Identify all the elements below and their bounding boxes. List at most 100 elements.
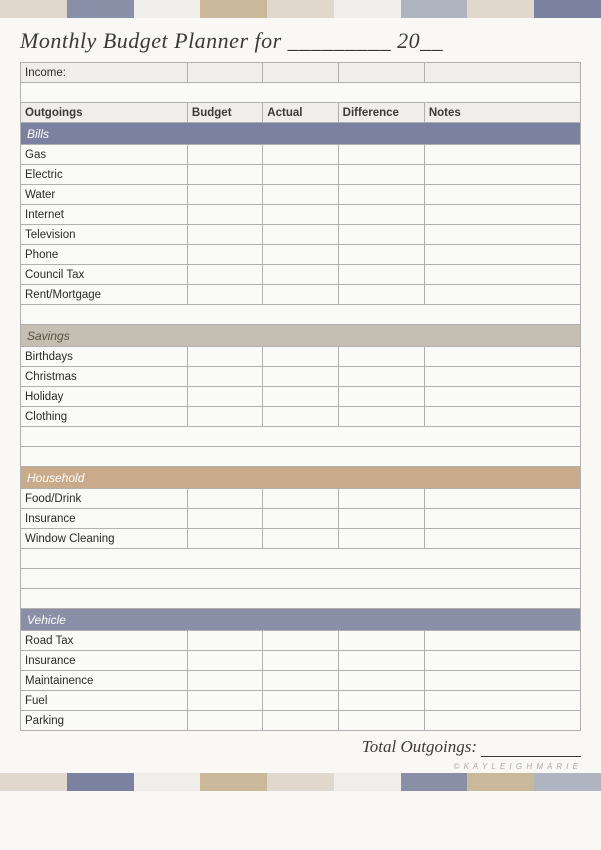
bot-bar-seg-6 [334,773,401,791]
row-television: Television [21,225,581,245]
income-row: Income: [21,63,581,83]
bar-seg-5 [267,0,334,18]
copyright: © K A Y L E I G H M A R I E [0,761,601,773]
savings-spacer-2 [21,447,581,467]
total-label: Total Outgoings: [362,737,477,756]
gas-actual[interactable] [263,145,338,165]
row-internet: Internet [21,205,581,225]
vehicle-label: Vehicle [21,609,581,631]
row-phone: Phone [21,245,581,265]
window-label: Window Cleaning [21,529,188,549]
header-difference: Difference [338,103,424,123]
bar-seg-2 [67,0,134,18]
row-rent: Rent/Mortgage [21,285,581,305]
row-electric: Electric [21,165,581,185]
internet-label: Internet [21,205,188,225]
household-label: Household [21,467,581,489]
bar-seg-8 [467,0,534,18]
fuel-label: Fuel [21,691,188,711]
header-outgoings: Outgoings [21,103,188,123]
section-household-header: Household [21,467,581,489]
hh-spacer-2 [21,569,581,589]
bot-bar-seg-3 [134,773,201,791]
row-christmas: Christmas [21,367,581,387]
page-title: Monthly Budget Planner for _________ 20_… [0,18,601,62]
income-notes[interactable] [424,63,580,83]
bottom-bar [0,773,601,791]
gas-diff[interactable] [338,145,424,165]
total-outgoings-area: Total Outgoings: [0,731,601,761]
rent-label: Rent/Mortgage [21,285,188,305]
bot-bar-seg-1 [0,773,67,791]
copyright-text: © K A Y L E I G H M A R I E [453,762,579,771]
row-parking: Parking [21,711,581,731]
birthdays-label: Birthdays [21,347,188,367]
water-label: Water [21,185,188,205]
gas-budget[interactable] [187,145,262,165]
row-fuel: Fuel [21,691,581,711]
title-text: Monthly Budget Planner for _________ 20_… [20,28,443,53]
row-window-cleaning: Window Cleaning [21,529,581,549]
bar-seg-3 [134,0,201,18]
television-label: Television [21,225,188,245]
income-diff[interactable] [338,63,424,83]
savings-label: Savings [21,325,581,347]
bar-seg-9 [534,0,601,18]
bar-seg-6 [334,0,401,18]
row-holiday: Holiday [21,387,581,407]
row-road-tax: Road Tax [21,631,581,651]
road-tax-label: Road Tax [21,631,188,651]
savings-spacer-1 [21,427,581,447]
section-savings-header: Savings [21,325,581,347]
header-actual: Actual [263,103,338,123]
bot-bar-seg-8 [467,773,534,791]
bar-seg-4 [200,0,267,18]
row-council-tax: Council Tax [21,265,581,285]
total-line[interactable] [481,756,581,757]
row-clothing: Clothing [21,407,581,427]
maintenance-label: Maintainence [21,671,188,691]
section-bills-header: Bills [21,123,581,145]
income-label: Income: [21,63,188,83]
row-maintenance: Maintainence [21,671,581,691]
row-gas: Gas [21,145,581,165]
bot-bar-seg-4 [200,773,267,791]
row-birthdays: Birthdays [21,347,581,367]
bar-seg-7 [401,0,468,18]
row-insurance-v: Insurance [21,651,581,671]
hh-spacer-1 [21,549,581,569]
bot-bar-seg-5 [267,773,334,791]
column-headers: Outgoings Budget Actual Difference Notes [21,103,581,123]
row-insurance-hh: Insurance [21,509,581,529]
council-label: Council Tax [21,265,188,285]
phone-label: Phone [21,245,188,265]
income-budget[interactable] [187,63,262,83]
clothing-label: Clothing [21,407,188,427]
bot-bar-seg-2 [67,773,134,791]
bar-seg-1 [0,0,67,18]
spacer-row-1 [21,83,581,103]
bills-label: Bills [21,123,581,145]
insurance-hh-label: Insurance [21,509,188,529]
hh-spacer-3 [21,589,581,609]
gas-label: Gas [21,145,188,165]
insurance-v-label: Insurance [21,651,188,671]
christmas-label: Christmas [21,367,188,387]
budget-table: Income: Outgoings Budget Actual Differen… [20,62,581,731]
header-notes: Notes [424,103,580,123]
bot-bar-seg-9 [534,773,601,791]
row-water: Water [21,185,581,205]
parking-label: Parking [21,711,188,731]
section-vehicle-header: Vehicle [21,609,581,631]
row-food-drink: Food/Drink [21,489,581,509]
bills-spacer [21,305,581,325]
page: Monthly Budget Planner for _________ 20_… [0,0,601,850]
header-budget: Budget [187,103,262,123]
holiday-label: Holiday [21,387,188,407]
food-label: Food/Drink [21,489,188,509]
electric-label: Electric [21,165,188,185]
top-bar [0,0,601,18]
income-actual[interactable] [263,63,338,83]
bot-bar-seg-7 [401,773,468,791]
gas-notes[interactable] [424,145,580,165]
